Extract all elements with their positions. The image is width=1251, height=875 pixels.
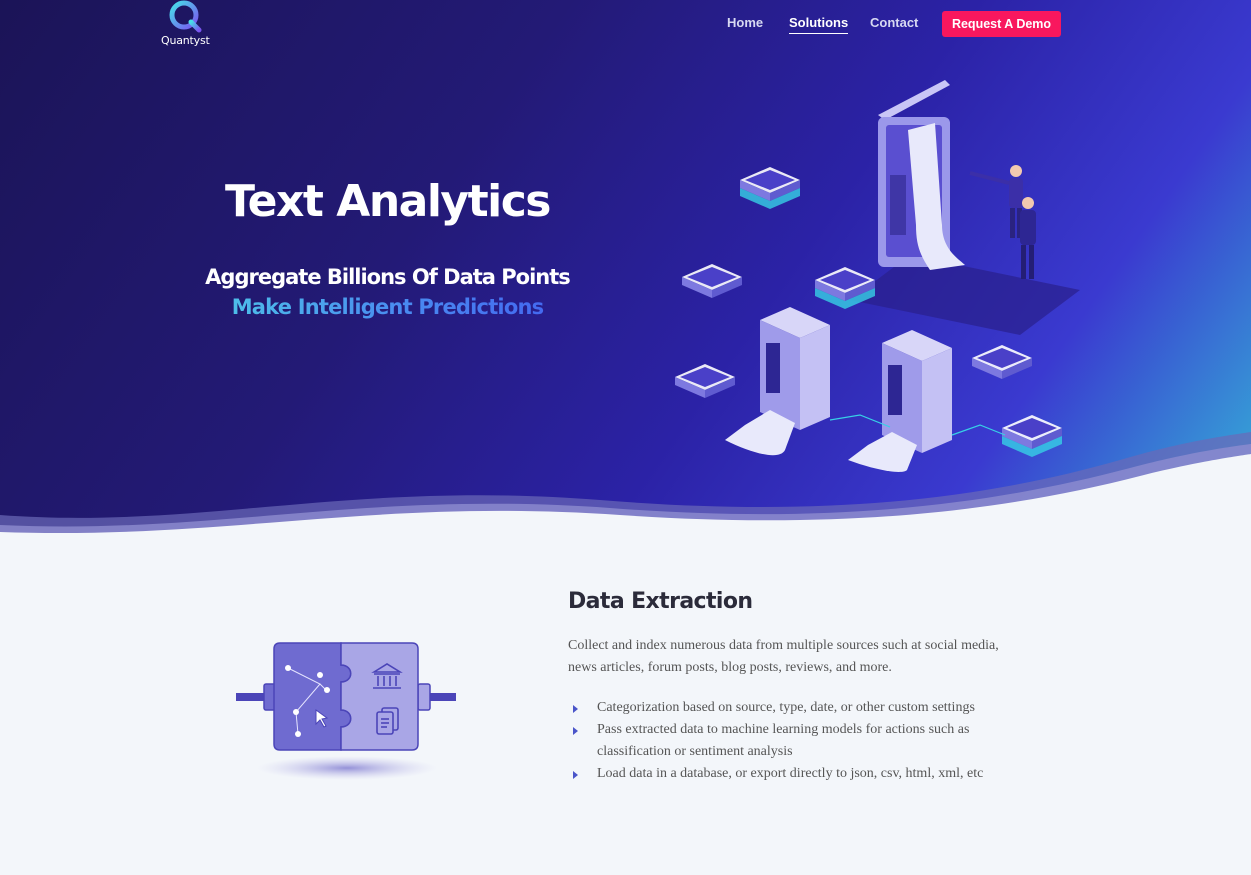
nav-solutions[interactable]: Solutions [789,15,849,34]
nav-home[interactable]: Home [727,15,763,30]
list-item-text: Load data in a database, or export direc… [597,766,984,781]
caret-right-icon [573,705,578,713]
hero-section: Quantyst Home Solutions Contact Request … [0,0,1251,540]
list-item-text: Categorization based on source, type, da… [597,700,975,715]
isometric-data-illustration [675,80,1080,472]
nav-contact[interactable]: Contact [870,15,918,30]
caret-right-icon [573,727,578,735]
hero-title: Text Analytics [225,176,551,227]
puzzle-data-connector-icon [236,642,456,780]
hero-subtitle-line2: Make Intelligent Predictions [160,295,615,319]
feature-list: Categorization based on source, type, da… [570,697,1020,785]
section-description: Collect and index numerous data from mul… [568,638,999,675]
section-title: Data Extraction [568,589,753,614]
list-item: Pass extracted data to machine learning … [570,719,1020,763]
brand-name[interactable]: Quantyst [161,34,210,47]
list-item: Categorization based on source, type, da… [570,697,1020,719]
caret-right-icon [573,771,578,779]
hero-subtitle-line1: Aggregate Billions Of Data Points [205,265,571,289]
request-demo-button[interactable]: Request A Demo [942,11,1061,37]
list-item-text: Pass extracted data to machine learning … [597,722,970,759]
list-item: Load data in a database, or export direc… [570,763,1020,785]
